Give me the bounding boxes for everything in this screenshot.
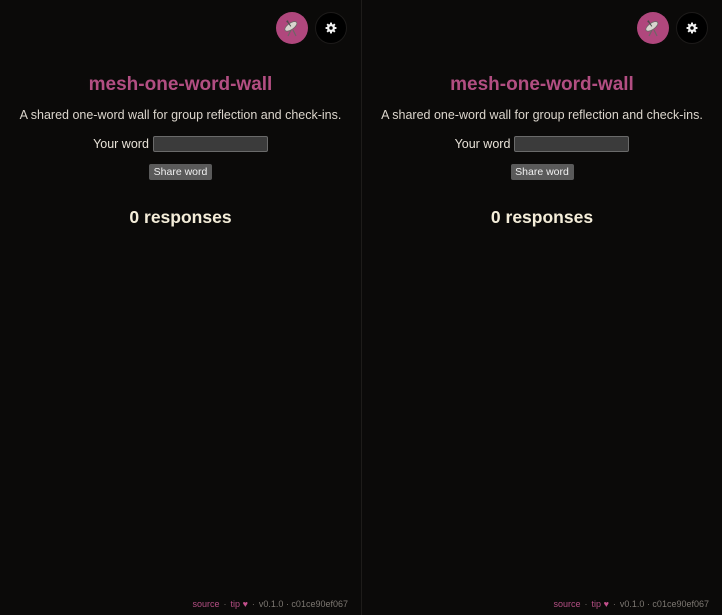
footer-separator: ·	[584, 599, 588, 609]
word-input[interactable]	[152, 136, 268, 152]
page-title: mesh-one-word-wall	[450, 74, 634, 95]
right-pane: mesh-one-word-wall A shared one-word wal…	[361, 0, 722, 615]
split-view: mesh-one-word-wall A shared one-word wal…	[0, 0, 722, 615]
top-buttons	[276, 12, 347, 44]
footer-separator: ·	[612, 599, 616, 609]
share-word-button[interactable]: Share word	[149, 164, 212, 180]
settings-button[interactable]	[315, 12, 347, 44]
tip-label: tip	[230, 599, 241, 609]
page-description: A shared one-word wall for group reflect…	[19, 108, 342, 122]
footer-separator: ·	[223, 599, 227, 609]
heart-icon: ♥	[242, 599, 248, 609]
word-input[interactable]	[514, 136, 630, 152]
source-link[interactable]: source	[554, 599, 581, 609]
version-info: v0.1.0 · c01ce90ef067	[258, 599, 348, 609]
word-label: Your word	[454, 137, 511, 151]
sync-button[interactable]	[637, 12, 669, 44]
satellite-antenna-icon	[282, 18, 302, 38]
gear-icon	[686, 22, 698, 34]
responses-count: 0 responses	[129, 207, 232, 227]
version-info: v0.1.0 · c01ce90ef067	[619, 599, 709, 609]
footer: source · tip ♥ · v0.1.0 · c01ce90ef067	[554, 599, 709, 609]
heart-icon: ♥	[603, 599, 609, 609]
word-label: Your word	[93, 137, 149, 151]
tip-link[interactable]: tip ♥	[592, 599, 609, 609]
share-word-button[interactable]: Share word	[510, 164, 574, 180]
responses-count: 0 responses	[490, 207, 594, 227]
footer-separator: ·	[251, 599, 255, 609]
top-buttons	[637, 12, 708, 44]
footer: source · tip ♥ · v0.1.0 · c01ce90ef067	[193, 599, 348, 609]
left-pane: mesh-one-word-wall A shared one-word wal…	[0, 0, 361, 615]
source-link[interactable]: source	[193, 599, 220, 609]
word-form: Your word	[0, 136, 361, 152]
satellite-antenna-icon	[643, 18, 663, 38]
word-form: Your word	[362, 136, 722, 152]
sync-button[interactable]	[276, 12, 308, 44]
gear-icon	[325, 22, 337, 34]
tip-link[interactable]: tip ♥	[231, 599, 248, 609]
settings-button[interactable]	[676, 12, 708, 44]
tip-label: tip	[591, 599, 602, 609]
page-title: mesh-one-word-wall	[88, 74, 273, 95]
page-description: A shared one-word wall for group reflect…	[381, 108, 703, 122]
